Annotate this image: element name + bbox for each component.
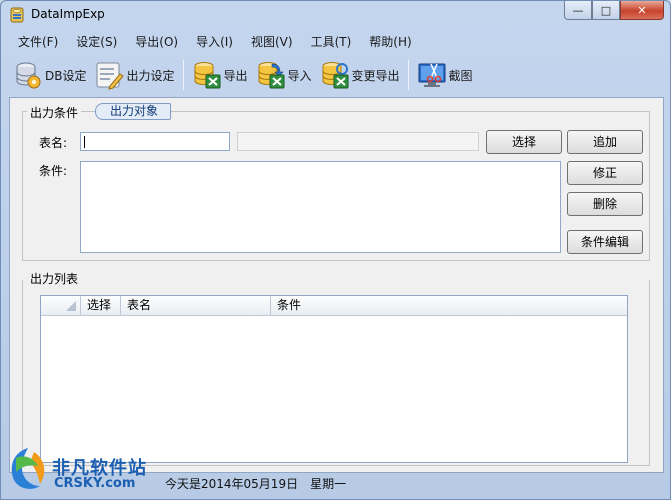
tab-output-target[interactable]: 出力对象	[95, 103, 172, 120]
watermark: 非凡软件站 CRSKY.com	[0, 440, 160, 498]
table-name-input[interactable]	[80, 132, 230, 151]
app-window: DataImpExp — □ ✕ 文件(F) 设定(S) 导出(O) 导入(I)…	[0, 0, 671, 500]
minimize-button[interactable]: —	[564, 1, 592, 20]
form-edit-icon	[96, 62, 125, 90]
edit-condition-button[interactable]: 条件编辑	[567, 230, 643, 254]
title-bar[interactable]: DataImpExp — □ ✕	[1, 1, 670, 29]
menu-view[interactable]: 视图(V)	[242, 32, 302, 52]
database-excel-export-icon	[194, 62, 220, 89]
grid-select-all-corner[interactable]	[41, 296, 81, 315]
column-header-condition[interactable]: 条件	[271, 296, 625, 315]
menu-bar: 文件(F) 设定(S) 导出(O) 导入(I) 视图(V) 工具(T) 帮助(H…	[9, 31, 664, 53]
change-export-label: 变更导出	[351, 68, 400, 83]
export-label: 导出	[223, 68, 248, 83]
table-display-field	[237, 132, 479, 151]
close-button[interactable]: ✕	[620, 1, 664, 20]
import-button[interactable]: 导入	[252, 57, 316, 93]
database-gear-icon	[16, 62, 41, 89]
db-setting-button[interactable]: DB设定	[9, 57, 90, 93]
status-date: 今天是2014年05月19日	[165, 477, 299, 491]
condition-label: 条件:	[39, 164, 68, 178]
output-condition-group: 出力条件 出力对象 表名: 选择 追加 条件: 修正 删除 条件编辑	[22, 103, 650, 261]
maximize-button[interactable]: □	[592, 1, 620, 20]
export-button[interactable]: 导出	[188, 57, 252, 93]
toolbar: DB设定 出力设定 导出 导入 变更导出 截图	[9, 55, 664, 95]
database-change-export-icon	[322, 62, 349, 89]
menu-export[interactable]: 导出(O)	[126, 32, 187, 52]
watermark-logo-icon	[11, 448, 45, 489]
grid-header: 选择 表名 条件	[41, 296, 627, 316]
screenshot-label: 截图	[448, 68, 473, 83]
menu-import[interactable]: 导入(I)	[187, 32, 242, 52]
output-setting-button[interactable]: 出力设定	[90, 57, 178, 93]
window-title: DataImpExp	[31, 7, 105, 21]
main-panel: 出力条件 出力对象 表名: 选择 追加 条件: 修正 删除 条件编辑 出力列表 …	[9, 97, 664, 473]
column-header-table-name[interactable]: 表名	[121, 296, 271, 315]
database-app-icon	[10, 7, 24, 23]
table-name-label: 表名:	[39, 136, 68, 150]
delete-button[interactable]: 删除	[567, 192, 643, 216]
menu-tools[interactable]: 工具(T)	[302, 32, 361, 52]
import-label: 导入	[287, 68, 312, 83]
column-header-select[interactable]: 选择	[81, 296, 121, 315]
maximize-icon: □	[600, 3, 612, 17]
text-caret	[84, 136, 85, 148]
window-controls: — □ ✕	[564, 1, 664, 21]
condition-textarea[interactable]	[80, 161, 561, 253]
select-button[interactable]: 选择	[486, 130, 562, 154]
change-export-button[interactable]: 变更导出	[316, 57, 404, 93]
database-excel-import-icon	[258, 62, 285, 89]
output-list-grid[interactable]: 选择 表名 条件	[40, 295, 628, 463]
toolbar-separator	[182, 60, 184, 90]
db-setting-label: DB设定	[45, 68, 87, 83]
screenshot-button[interactable]: 截图	[413, 57, 477, 93]
modify-button[interactable]: 修正	[567, 161, 643, 185]
watermark-line2: CRSKY.com	[54, 476, 136, 491]
menu-help[interactable]: 帮助(H)	[360, 32, 420, 52]
output-condition-title: 出力条件	[27, 104, 82, 121]
add-button[interactable]: 追加	[567, 130, 643, 154]
status-weekday: 星期一	[310, 477, 347, 491]
screenshot-scissors-icon	[418, 63, 446, 87]
output-setting-label: 出力设定	[126, 68, 175, 83]
close-icon: ✕	[637, 3, 647, 17]
toolbar-separator	[407, 60, 409, 90]
minimize-icon: —	[572, 3, 584, 17]
menu-file[interactable]: 文件(F)	[9, 32, 67, 52]
menu-settings[interactable]: 设定(S)	[67, 32, 126, 52]
